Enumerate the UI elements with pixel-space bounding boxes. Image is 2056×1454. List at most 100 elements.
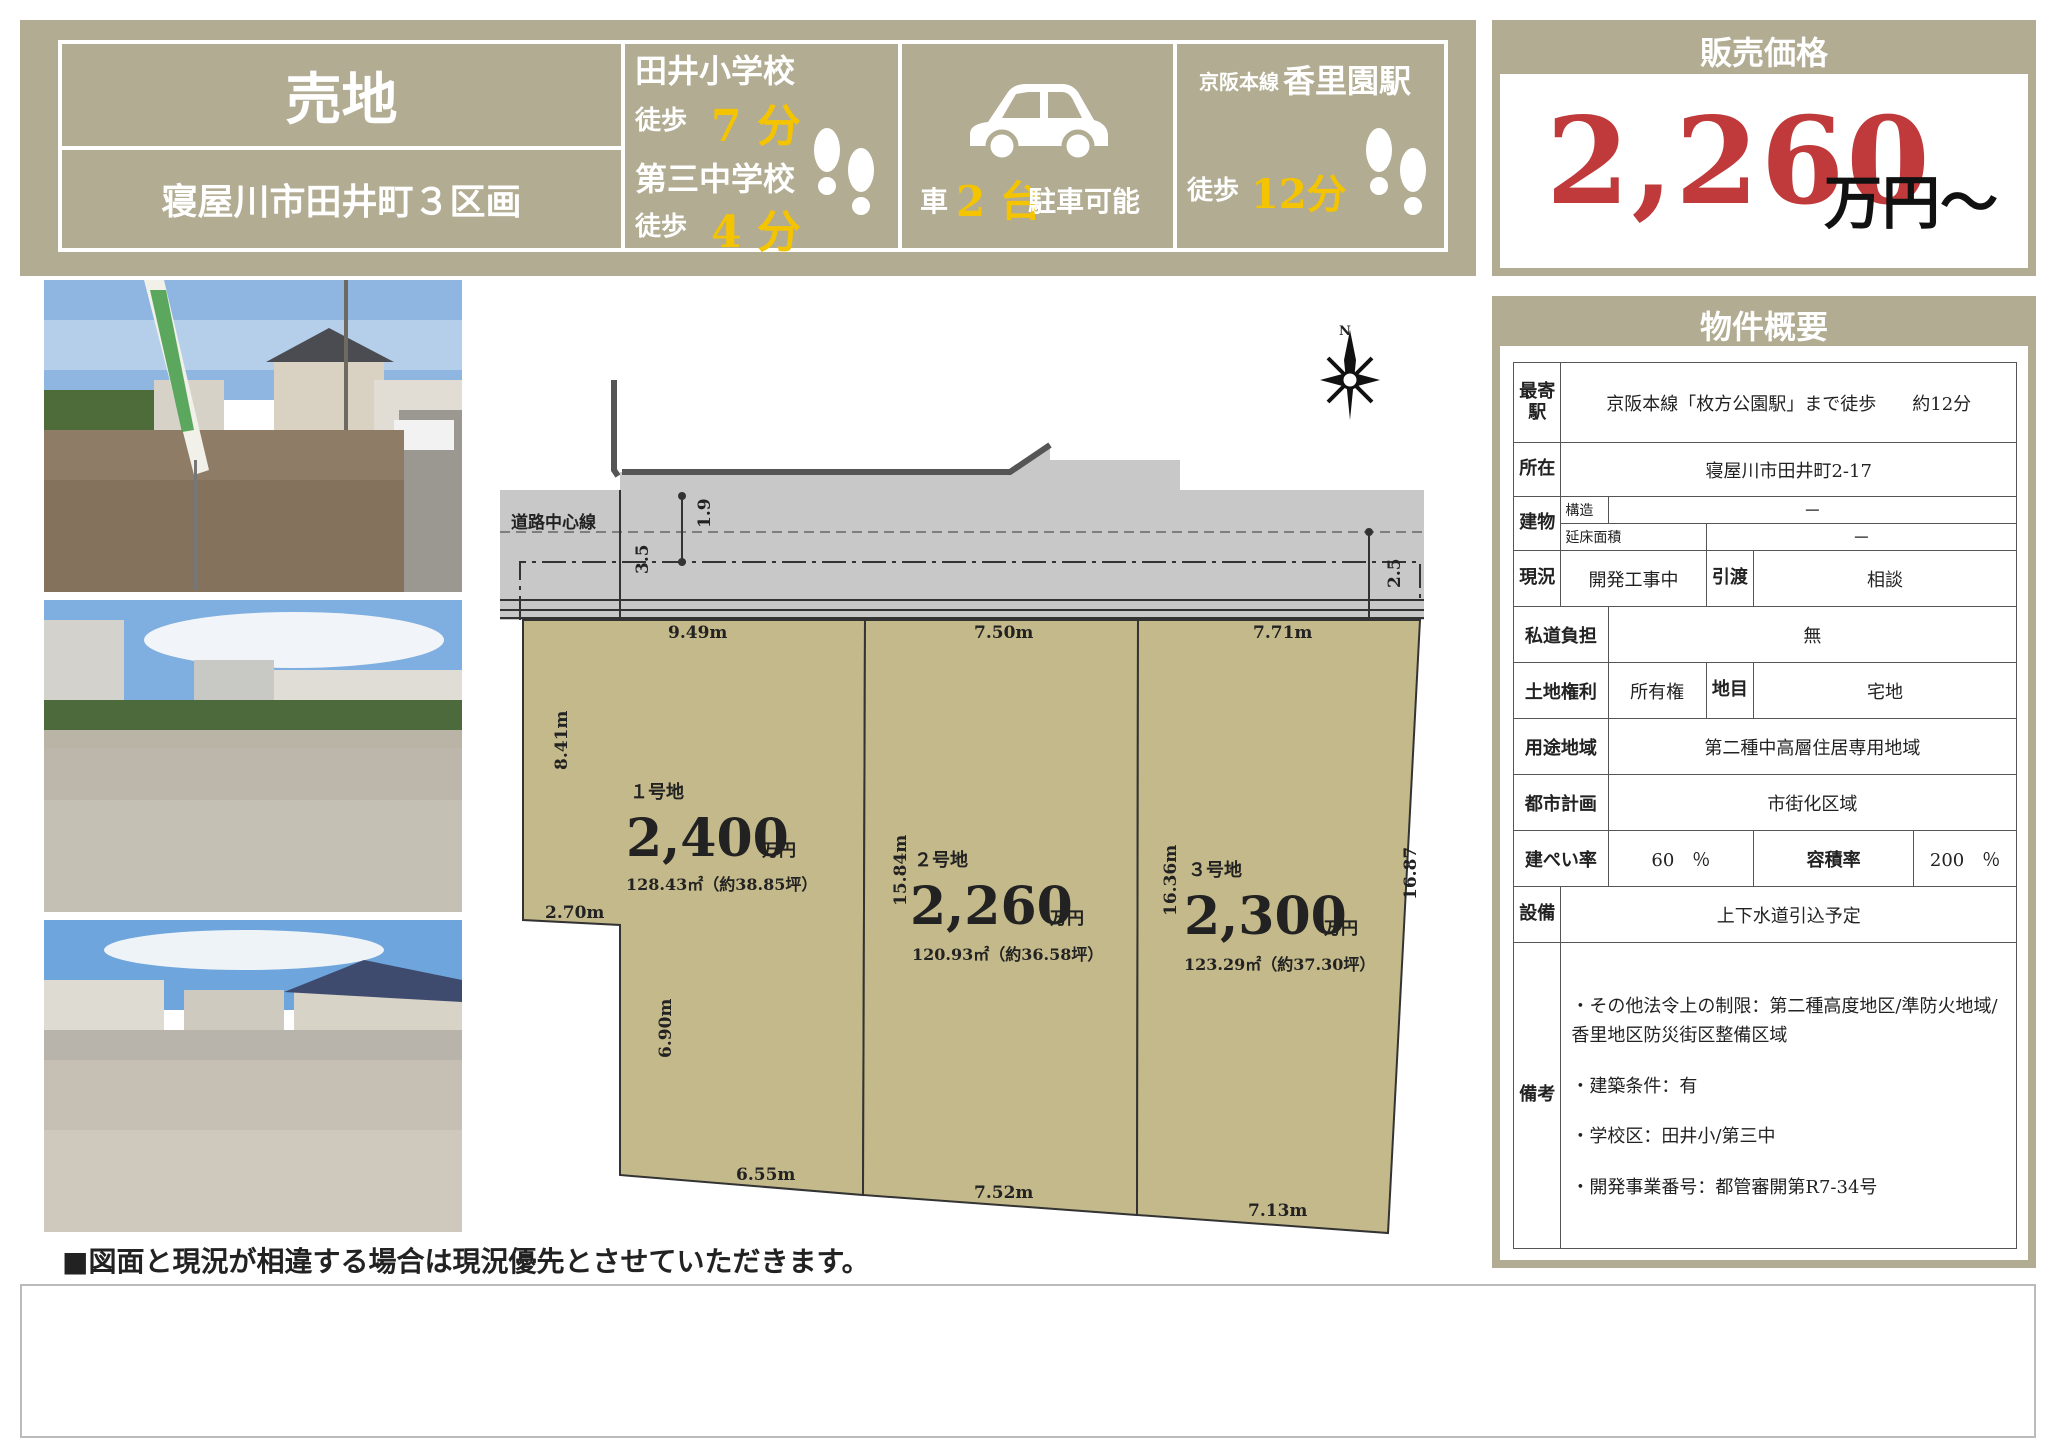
dim-left-upper: 8.41m: [552, 711, 572, 770]
structure-value: －: [1607, 496, 2018, 524]
north-label: N: [1339, 324, 1351, 339]
lot-2-area: 120.93㎡（約36.58坪）: [912, 945, 1103, 964]
lot-3-name: ３号地: [1188, 859, 1242, 881]
station-walk-label: 徒歩: [1187, 176, 1240, 206]
city-plan-label: 都市計画: [1513, 774, 1609, 831]
lot-3-unit: 万円: [1323, 919, 1358, 939]
lot-3-area: 123.29㎡（約37.30坪）: [1184, 955, 1375, 974]
remark-item: ・建築条件：有: [1571, 1075, 1698, 1097]
photo-site-houses: [44, 920, 462, 1232]
school-cell: 田井小学校 徒歩 7 分 第三中学校 徒歩 4 分: [625, 44, 902, 258]
structure-label: 構造: [1560, 496, 1609, 524]
table-row: 都市計画 市街化区域: [1513, 774, 2018, 831]
school2-walk-time: 4 分: [711, 207, 801, 258]
dim-bottom-2: 7.52m: [974, 1183, 1033, 1203]
status-value: 開発工事中: [1560, 550, 1707, 607]
dim-3-5: 3.5: [633, 544, 653, 574]
photo-site-with-flag: [44, 280, 462, 592]
table-row: 現況 開発工事中 引渡 相談: [1512, 550, 2017, 607]
property-overview: 物件概要 最寄駅 京阪本線「枚方公園駅」まで徒歩 約12分 所在 寝屋川市田井町…: [1492, 296, 2036, 1268]
building-label: 建物: [1512, 496, 1562, 551]
station-walk-time: 12分: [1251, 171, 1347, 218]
facilities-label: 設備: [1512, 886, 1562, 943]
far-value: 200 ％: [1913, 830, 2017, 887]
header-frame: 売地 寝屋川市田井町３区画 田井小学校 徒歩 7 分 第三中学校 徒歩 4 分: [58, 40, 1448, 258]
parking-cell: 車 2 台 駐車可能: [902, 44, 1177, 248]
table-row: 用途地域 第二種中高層住居専用地域: [1513, 718, 2018, 775]
location-label: 所在: [1512, 442, 1562, 497]
dim-dot: [1365, 528, 1373, 536]
dim-side-23: 16.36m: [1161, 845, 1181, 916]
school2-walk-label: 徒歩: [635, 212, 688, 242]
table-row: 建物 構造 －: [1512, 496, 2018, 551]
floor-area-label: 延床面積: [1560, 523, 1707, 551]
dim-side-12: 15.84m: [891, 835, 911, 906]
school1-walk-time: 7 分: [711, 101, 801, 152]
page-title: 売地: [62, 44, 621, 150]
dim-2-5: 2.5: [1385, 558, 1405, 588]
dim-dot: [678, 558, 686, 566]
lot-1-unit: 万円: [761, 841, 796, 861]
overview-heading: 物件概要: [1500, 304, 2028, 346]
land-right-label: 土地権利: [1513, 662, 1609, 719]
delivery-label: 引渡: [1705, 550, 1755, 607]
table-row: 備考 ・その他法令上の制限：第二種高度地区/準防火地域/香里地区防災街区整備区域…: [1512, 942, 2017, 1249]
table-row: 延床面積 －: [1514, 523, 2018, 551]
address-title: 寝屋川市田井町３区画: [161, 181, 522, 223]
lot-2-price: 2,260: [910, 876, 1073, 937]
station-cell: 京阪本線 香里園駅 徒歩 12分: [1177, 44, 1448, 248]
photo-site-wide: [44, 600, 462, 912]
parking-prefix: 車: [920, 185, 949, 218]
zoning-label: 用途地域: [1513, 718, 1609, 775]
north-arrow-icon: [1320, 330, 1380, 420]
footprints-icon: [1366, 128, 1426, 215]
zoning-value: 第二種中高層住居専用地域: [1607, 718, 2018, 775]
wall: [611, 380, 621, 478]
table-row: 設備 上下水道引込予定: [1512, 886, 2017, 943]
lot-1-area: 128.43㎡（約38.85坪）: [626, 875, 817, 894]
school1-walk-label: 徒歩: [635, 106, 688, 136]
footer-blank-box: [20, 1284, 2036, 1438]
remark-item: ・その他法令上の制限：第二種高度地区/準防火地域/香里地区防災街区整備区域: [1571, 996, 1998, 1046]
coverage-value: 60 ％: [1607, 830, 1755, 887]
price-unit: 万円～: [1824, 169, 1999, 237]
disclaimer-notice: ■図面と現況が相違する場合は現況優先とさせていただきます。: [62, 1245, 870, 1278]
lot-1-name: １号地: [630, 781, 684, 803]
lot-3-price: 2,300: [1184, 886, 1347, 947]
station-line: 京阪本線: [1199, 70, 1279, 94]
nearest-station-value: 京阪本線「枚方公園駅」まで徒歩 約12分: [1560, 362, 2017, 443]
table-row: 所在 寝屋川市田井町2-17: [1512, 442, 2017, 497]
location-value: 寝屋川市田井町2-17: [1560, 442, 2017, 497]
site-plan: 道路中心線 N 1.9 3.5 2.5 9.49m 7.50m 7.71m 8.…: [500, 324, 1424, 1235]
private-road-value: 無: [1607, 606, 2018, 663]
dim-top-1: 9.49m: [668, 623, 727, 643]
remark-item: ・開発事業番号：都管審開第R7-34号: [1571, 1177, 1878, 1199]
spec-table: 最寄駅 京阪本線「枚方公園駅」まで徒歩 約12分 所在 寝屋川市田井町2-17 …: [1512, 362, 2018, 1249]
table-row: 最寄駅 京阪本線「枚方公園駅」まで徒歩 約12分: [1512, 362, 2017, 443]
coverage-label: 建ぺい率: [1513, 830, 1609, 887]
school1-name: 田井小学校: [635, 52, 796, 90]
table-row: 私道負担 無: [1513, 606, 2018, 663]
title-cell: 売地 寝屋川市田井町３区画: [62, 44, 625, 248]
nearest-station-label: 最寄駅: [1512, 362, 1562, 443]
price-box: 販売価格 2,260 万円～: [1492, 20, 2036, 276]
remarks-value: ・その他法令上の制限：第二種高度地区/準防火地域/香里地区防災街区整備区域 ・建…: [1560, 942, 2017, 1249]
dim-step: 2.70m: [545, 903, 604, 923]
header-band: 売地 寝屋川市田井町３区画 田井小学校 徒歩 7 分 第三中学校 徒歩 4 分: [20, 20, 1476, 276]
status-label: 現況: [1512, 550, 1562, 607]
private-road-label: 私道負担: [1513, 606, 1609, 663]
school2-name: 第三中学校: [635, 160, 796, 198]
dim-dot: [678, 492, 686, 500]
wall: [620, 445, 1180, 490]
dim-top-2: 7.50m: [974, 623, 1033, 643]
facilities-value: 上下水道引込予定: [1560, 886, 2017, 943]
wall: [622, 442, 1052, 475]
dim-bottom-3: 7.13m: [1248, 1201, 1307, 1221]
lot-2-unit: 万円: [1049, 909, 1084, 929]
car-icon: [970, 84, 1108, 162]
price-heading: 販売価格: [1500, 28, 2028, 74]
dim-bottom-1: 6.55m: [736, 1165, 795, 1185]
remark-item: ・学校区：田井小/第三中: [1571, 1126, 1776, 1148]
delivery-value: 相談: [1753, 550, 2017, 607]
dim-1-9: 1.9: [695, 498, 715, 528]
